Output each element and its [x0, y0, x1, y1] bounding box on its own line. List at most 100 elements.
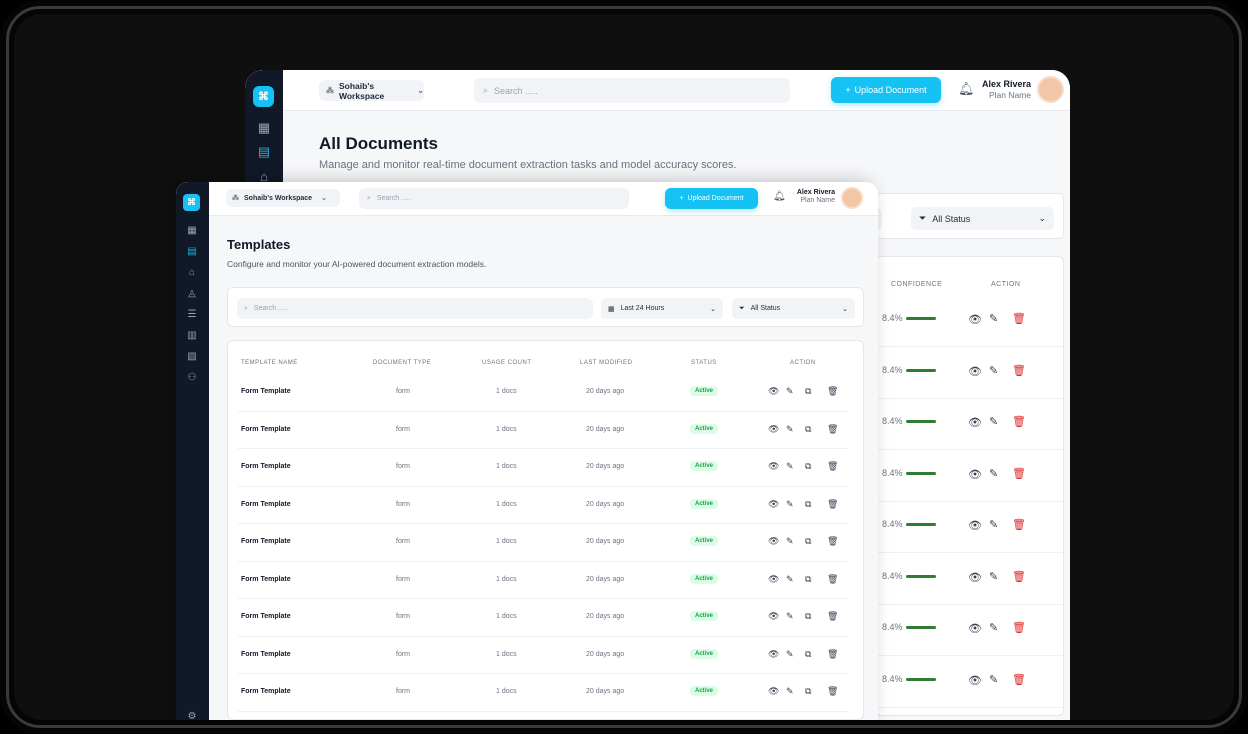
notifications-icon[interactable]: ◬: [184, 285, 200, 301]
edit-icon[interactable]: ✎: [786, 649, 794, 660]
usage-count: 1 docs: [496, 425, 517, 433]
trash-icon[interactable]: 🗑︎: [827, 649, 838, 660]
eye-icon[interactable]: 👁︎: [968, 519, 982, 532]
bank-icon[interactable]: ⌂: [184, 264, 200, 280]
edit-icon[interactable]: ✎: [989, 673, 998, 686]
edit-icon[interactable]: ✎: [989, 312, 998, 325]
search-input[interactable]: ⌕ Search .....: [474, 78, 790, 103]
app-logo-icon[interactable]: ⌘: [183, 194, 200, 211]
table-row[interactable]: Form Template form 1 docs 20 days ago Active…: [228, 599, 863, 637]
trash-icon[interactable]: 🗑︎: [827, 461, 838, 472]
eye-icon[interactable]: 👁︎: [768, 499, 779, 510]
eye-icon[interactable]: 👁︎: [968, 622, 982, 635]
trash-icon[interactable]: 🗑︎: [1012, 570, 1026, 583]
upload-document-button[interactable]: + Upload Document: [665, 188, 758, 209]
edit-icon[interactable]: ✎: [989, 364, 998, 377]
eye-icon[interactable]: 👁︎: [968, 571, 982, 584]
edit-icon[interactable]: ✎: [989, 621, 998, 634]
filter-search-input[interactable]: ⌕ Search .....: [237, 298, 593, 319]
trash-icon[interactable]: 🗑︎: [1012, 364, 1026, 377]
table-row[interactable]: Form Template form 1 docs 20 days ago Active…: [228, 674, 863, 712]
workspace-selector[interactable]: ⁂ Sohaib's Workspace ⌄: [319, 80, 424, 101]
eye-icon[interactable]: 👁︎: [768, 649, 779, 660]
trash-icon[interactable]: 🗑︎: [827, 424, 838, 435]
app-logo-icon[interactable]: ⌘: [253, 86, 274, 107]
edit-icon[interactable]: ✎: [786, 574, 794, 585]
trash-icon[interactable]: 🗑︎: [827, 536, 838, 547]
trash-icon[interactable]: 🗑︎: [1012, 312, 1026, 325]
documents-icon[interactable]: ▤: [256, 144, 272, 160]
eye-icon[interactable]: 👁︎: [768, 611, 779, 622]
trash-icon[interactable]: 🗑︎: [1012, 518, 1026, 531]
eye-icon[interactable]: 👁︎: [768, 461, 779, 472]
eye-icon[interactable]: 👁︎: [768, 386, 779, 397]
table-row[interactable]: Form Template form 1 docs 20 days ago Active…: [228, 637, 863, 674]
eye-icon[interactable]: 👁︎: [968, 365, 982, 378]
dashboard-icon[interactable]: ▦: [184, 222, 200, 238]
copy-icon[interactable]: ⧉: [805, 611, 811, 622]
search-input[interactable]: ⌕ Search .....: [359, 188, 629, 209]
eye-icon[interactable]: 👁︎: [768, 424, 779, 435]
copy-icon[interactable]: ⧉: [805, 686, 811, 697]
edit-icon[interactable]: ✎: [989, 467, 998, 480]
user-info[interactable]: Alex Rivera Plan Name: [787, 189, 835, 204]
settings-icon[interactable]: ⚙: [184, 708, 200, 721]
table-row[interactable]: Form Template form 1 docs 20 days ago Active…: [228, 374, 863, 412]
calendar-icon: ▦: [608, 305, 615, 313]
status-filter-select[interactable]: ⏷ All Status ⌄: [732, 298, 855, 319]
trash-icon[interactable]: 🗑︎: [1012, 467, 1026, 480]
copy-icon[interactable]: ⧉: [805, 499, 811, 510]
workspace-selector[interactable]: ⁂ Sohaib's Workspace ⌄: [226, 189, 340, 207]
list-icon[interactable]: ☰: [184, 306, 200, 322]
edit-icon[interactable]: ✎: [786, 461, 794, 472]
edit-icon[interactable]: ✎: [989, 570, 998, 583]
trash-icon[interactable]: 🗑︎: [827, 611, 838, 622]
copy-icon[interactable]: ⧉: [805, 574, 811, 585]
table-row[interactable]: Form Template form 1 docs 20 days ago Active…: [228, 562, 863, 599]
edit-icon[interactable]: ✎: [786, 686, 794, 697]
team-icon[interactable]: ⚇: [184, 369, 200, 385]
status-filter-select[interactable]: ⏷ All Status ⌄: [911, 207, 1054, 230]
edit-icon[interactable]: ✎: [786, 499, 794, 510]
eye-icon[interactable]: 👁︎: [768, 574, 779, 585]
edit-icon[interactable]: ✎: [989, 518, 998, 531]
avatar[interactable]: [841, 187, 863, 209]
copy-icon[interactable]: ⧉: [805, 424, 811, 435]
eye-icon[interactable]: 👁︎: [968, 313, 982, 326]
copy-icon[interactable]: ⧉: [805, 649, 811, 660]
confidence-bar: [906, 317, 936, 320]
trash-icon[interactable]: 🗑︎: [827, 386, 838, 397]
table-row[interactable]: Form Template form 1 docs 20 days ago Active…: [228, 524, 863, 562]
analytics-icon[interactable]: ▥: [184, 327, 200, 343]
bell-icon[interactable]: 🔔︎: [773, 191, 786, 202]
avatar[interactable]: [1037, 76, 1064, 103]
trash-icon[interactable]: 🗑︎: [1012, 415, 1026, 428]
reports-icon[interactable]: ▧: [184, 348, 200, 364]
edit-icon[interactable]: ✎: [786, 536, 794, 547]
edit-icon[interactable]: ✎: [786, 611, 794, 622]
trash-icon[interactable]: 🗑︎: [827, 686, 838, 697]
edit-icon[interactable]: ✎: [786, 386, 794, 397]
eye-icon[interactable]: 👁︎: [768, 536, 779, 547]
user-info[interactable]: Alex Rivera Plan Name: [973, 79, 1031, 100]
edit-icon[interactable]: ✎: [786, 424, 794, 435]
eye-icon[interactable]: 👁︎: [968, 674, 982, 687]
table-row[interactable]: Form Template form 1 docs 20 days ago Active…: [228, 487, 863, 524]
edit-icon[interactable]: ✎: [989, 415, 998, 428]
trash-icon[interactable]: 🗑︎: [827, 574, 838, 585]
dashboard-icon[interactable]: ▦: [256, 120, 272, 136]
trash-icon[interactable]: 🗑︎: [827, 499, 838, 510]
documents-icon[interactable]: ▤: [184, 243, 200, 259]
trash-icon[interactable]: 🗑︎: [1012, 621, 1026, 634]
trash-icon[interactable]: 🗑︎: [1012, 673, 1026, 686]
upload-document-button[interactable]: + Upload Document: [831, 77, 941, 103]
eye-icon[interactable]: 👁︎: [968, 468, 982, 481]
eye-icon[interactable]: 👁︎: [968, 416, 982, 429]
date-filter-select[interactable]: ▦ Last 24 Hours ⌄: [601, 298, 723, 319]
table-row[interactable]: Form Template form 1 docs 20 days ago Active…: [228, 449, 863, 487]
copy-icon[interactable]: ⧉: [805, 386, 811, 397]
eye-icon[interactable]: 👁︎: [768, 686, 779, 697]
copy-icon[interactable]: ⧉: [805, 536, 811, 547]
copy-icon[interactable]: ⧉: [805, 461, 811, 472]
table-row[interactable]: Form Template form 1 docs 20 days ago Active…: [228, 412, 863, 449]
